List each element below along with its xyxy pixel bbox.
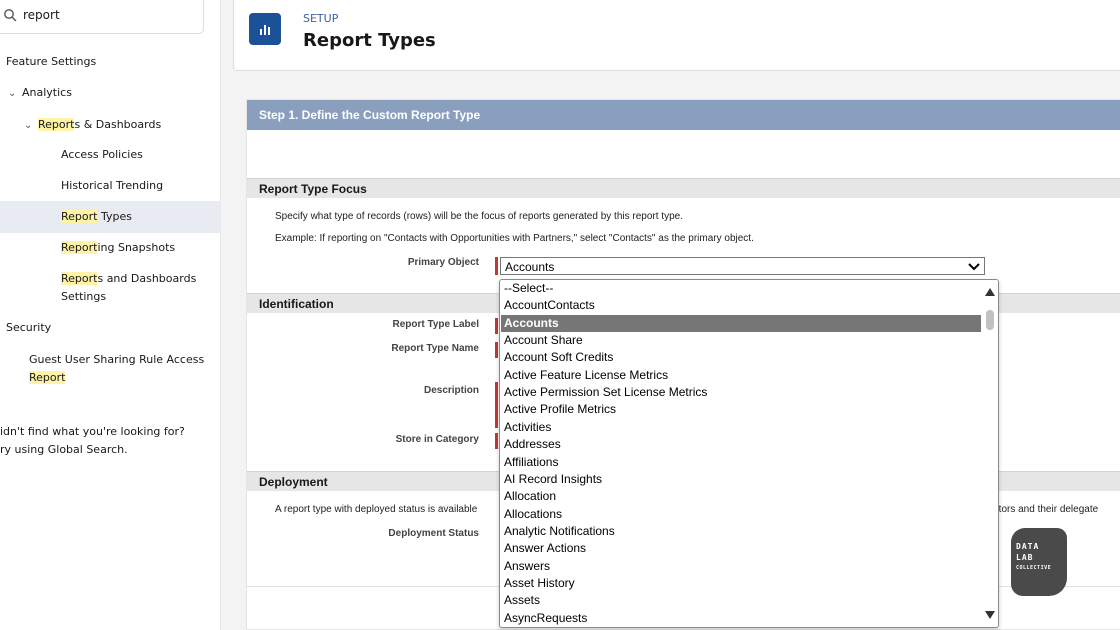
dropdown-option[interactable]: --Select-- bbox=[501, 280, 981, 298]
dropdown-scrollbar[interactable] bbox=[982, 280, 998, 627]
nav-reports-dashboards[interactable]: ⌄ Reports & Dashboards bbox=[24, 116, 161, 135]
dropdown-option[interactable]: Activities bbox=[501, 419, 981, 437]
dropdown-option[interactable]: Answer Actions bbox=[501, 540, 981, 558]
required-indicator bbox=[495, 433, 498, 449]
dropdown-option[interactable]: Account Share bbox=[501, 332, 981, 350]
dropdown-option[interactable]: Asset History bbox=[501, 575, 981, 593]
dropdown-option[interactable]: Analytic Notifications bbox=[501, 523, 981, 541]
dropdown-option[interactable]: Affiliations bbox=[501, 454, 981, 472]
not-found-message: idn't find what you're looking for? ry u… bbox=[0, 425, 185, 456]
dropdown-option[interactable]: Active Permission Set License Metrics bbox=[501, 384, 981, 402]
dropdown-option[interactable]: AccountContacts bbox=[501, 297, 981, 315]
section-report-type-focus: Report Type Focus bbox=[247, 178, 1120, 198]
setup-label: SETUP bbox=[303, 12, 339, 25]
primary-object-label: Primary Object bbox=[407, 257, 479, 268]
nav-reports-dashboards-settings[interactable]: Reports and Dashboards Settings bbox=[61, 270, 196, 306]
primary-object-dropdown-list[interactable]: --Select-- AccountContacts Accounts Account… bbox=[499, 279, 999, 628]
nav-historical-trending[interactable]: Historical Trending bbox=[61, 177, 163, 195]
deployment-description-continued: trators and their delegate bbox=[987, 504, 1099, 515]
report-type-label-label: Report Type Label bbox=[392, 319, 480, 330]
required-indicator bbox=[495, 382, 498, 428]
description-label: Description bbox=[423, 385, 479, 396]
nav-guest-user-sharing-rule-access-report[interactable]: Guest User Sharing Rule Access Report bbox=[29, 351, 204, 387]
required-indicator bbox=[495, 342, 498, 358]
report-type-name-label: Report Type Name bbox=[391, 343, 479, 354]
focus-description: Specify what type of records (rows) will… bbox=[275, 211, 683, 222]
data-lab-collective-logo: DATA LAB COLLECTIVE bbox=[1011, 528, 1067, 596]
scrollbar-thumb[interactable] bbox=[986, 310, 994, 330]
store-in-category-label: Store in Category bbox=[395, 434, 479, 445]
dropdown-option[interactable]: AI Record Insights bbox=[501, 471, 981, 489]
nav-reporting-snapshots[interactable]: Reporting Snapshots bbox=[61, 239, 175, 257]
report-type-icon bbox=[249, 13, 281, 45]
chevron-down-icon: ⌄ bbox=[8, 88, 17, 99]
scroll-up-arrow-icon[interactable] bbox=[985, 288, 995, 296]
dropdown-option[interactable]: Account Soft Credits bbox=[501, 349, 981, 367]
dropdown-option[interactable]: Addresses bbox=[501, 436, 981, 454]
page-title: Report Types bbox=[303, 30, 436, 51]
page-header: SETUP Report Types bbox=[233, 0, 1120, 71]
dropdown-option[interactable]: Active Profile Metrics bbox=[501, 401, 981, 419]
dropdown-option[interactable]: Allocations bbox=[501, 506, 981, 524]
dropdown-option[interactable]: Accounts bbox=[501, 314, 981, 333]
quick-find-search-box[interactable]: report bbox=[0, 0, 204, 34]
nav-security[interactable]: Security bbox=[6, 319, 51, 337]
scroll-down-arrow-icon[interactable] bbox=[985, 611, 995, 619]
dropdown-option[interactable]: Assets bbox=[501, 592, 981, 610]
step-header: Step 1. Define the Custom Report Type bbox=[247, 100, 1120, 130]
deployment-description: A report type with deployed status is av… bbox=[275, 504, 478, 515]
deployment-status-label: Deployment Status bbox=[388, 528, 479, 539]
chevron-down-icon: ⌄ bbox=[24, 120, 33, 131]
search-icon bbox=[4, 9, 17, 22]
bar-chart-icon bbox=[260, 25, 270, 35]
nav-report-types[interactable]: Report Types bbox=[61, 208, 132, 226]
dropdown-option[interactable]: Allocation bbox=[501, 488, 981, 506]
focus-example: Example: If reporting on "Contacts with … bbox=[275, 233, 754, 244]
setup-sidebar: report Feature Settings ⌄ Analytics ⌄ Repo… bbox=[0, 0, 221, 630]
nav-feature-settings[interactable]: Feature Settings bbox=[6, 53, 96, 71]
primary-object-select[interactable]: Accounts bbox=[500, 257, 985, 275]
required-indicator bbox=[495, 318, 498, 334]
dropdown-option[interactable]: Answers bbox=[501, 558, 981, 576]
dropdown-option[interactable]: Active Feature License Metrics bbox=[501, 367, 981, 385]
nav-access-policies[interactable]: Access Policies bbox=[61, 146, 143, 164]
dropdown-option[interactable]: AsyncRequests bbox=[501, 610, 981, 627]
step-title: Step 1. Define the Custom Report Type bbox=[259, 108, 481, 122]
nav-analytics[interactable]: ⌄ Analytics bbox=[8, 84, 72, 103]
chevron-down-icon bbox=[968, 263, 980, 271]
quick-find-input[interactable]: report bbox=[23, 8, 60, 22]
required-indicator bbox=[495, 257, 498, 275]
